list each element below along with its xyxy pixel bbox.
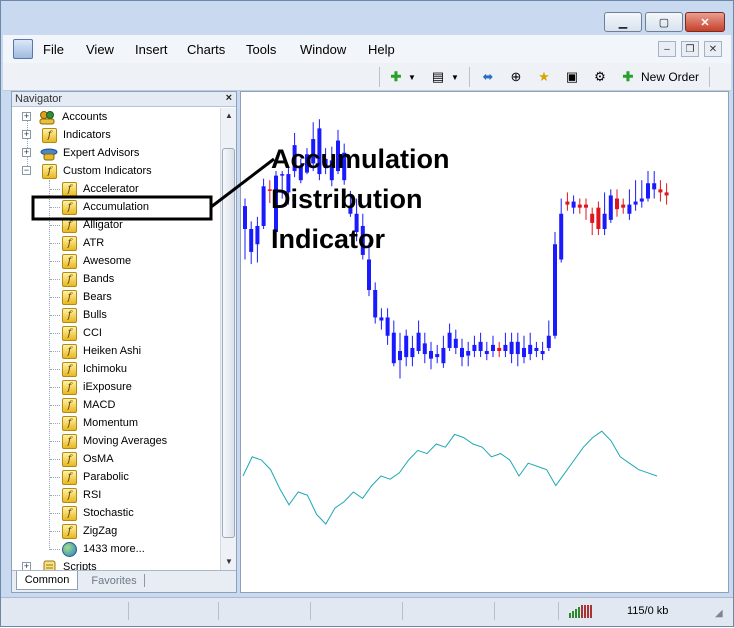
callout-overlay <box>31 157 275 221</box>
annotation-line-3: Indicator <box>271 224 386 254</box>
connection-status-icon[interactable] <box>569 604 595 618</box>
resize-grip-icon[interactable]: ◢ <box>715 608 723 619</box>
status-segment <box>129 602 219 620</box>
annotation-line-2: Distribution <box>271 184 423 214</box>
annotation-line-1: Accumulation <box>271 144 450 174</box>
status-segment <box>403 602 495 620</box>
app-window: ▁ ▢ ✕ File View Insert Charts Tools Wind… <box>0 0 734 627</box>
callout-highlight-box <box>31 195 213 221</box>
status-segment <box>219 602 311 620</box>
status-segment <box>1 602 129 620</box>
status-segment <box>495 602 559 620</box>
status-segment <box>311 602 403 620</box>
traffic-readout: 115/0 kb <box>627 605 669 617</box>
status-bar: 115/0 kb ◢ <box>1 597 733 626</box>
callout-pointer-line <box>210 157 275 209</box>
